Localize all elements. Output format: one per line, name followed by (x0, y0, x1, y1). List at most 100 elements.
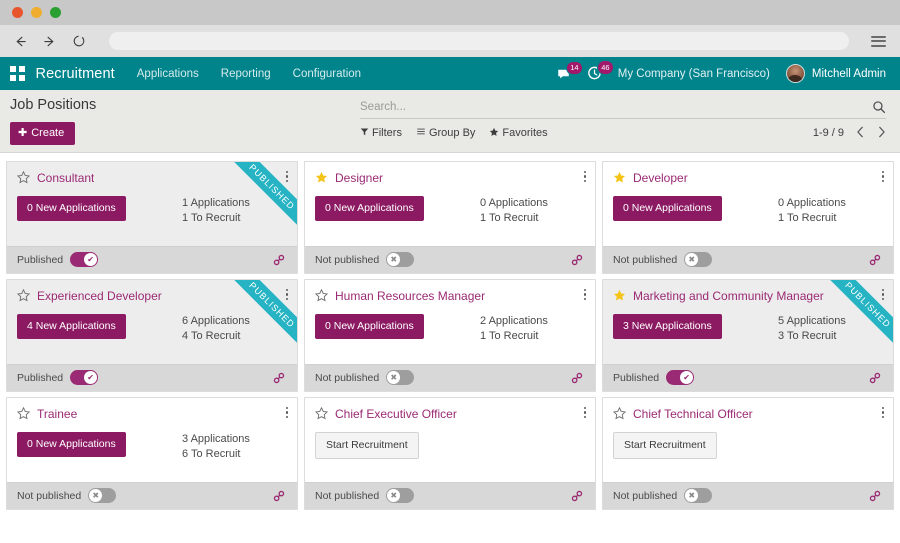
chain-link-icon[interactable] (868, 371, 882, 385)
reload-icon[interactable] (70, 33, 87, 50)
new-applications-button[interactable]: 4 New Applications (17, 313, 126, 340)
company-switcher[interactable]: My Company (San Francisco) (618, 68, 770, 80)
job-position-title[interactable]: Chief Executive Officer (335, 407, 457, 421)
to-recruit-count[interactable]: 1 To Recruit (480, 211, 582, 227)
to-recruit-count[interactable]: 1 To Recruit (182, 211, 284, 227)
new-applications-button[interactable]: 0 New Applications (315, 195, 424, 222)
menu-item-applications[interactable]: Applications (137, 68, 199, 80)
publish-toggle[interactable]: ✔ (70, 252, 99, 268)
job-position-title[interactable]: Trainee (37, 407, 77, 421)
star-filled-icon[interactable] (613, 171, 626, 184)
job-position-card[interactable]: Chief Executive Officer Start Recruitment… (304, 396, 596, 510)
window-minimize-button[interactable] (31, 7, 42, 18)
publish-toggle[interactable]: ✖ (684, 488, 713, 504)
chain-link-icon[interactable] (570, 371, 584, 385)
window-maximize-button[interactable] (50, 7, 61, 18)
back-icon[interactable] (12, 33, 29, 50)
new-applications-button[interactable]: 0 New Applications (315, 313, 424, 340)
filters-button[interactable]: Filters (360, 127, 402, 139)
job-position-card[interactable]: PUBLISHED Experienced Developer 4 New Appl… (6, 278, 298, 392)
job-position-card[interactable]: Human Resources Manager 0 New Application… (304, 278, 596, 392)
star-filled-icon[interactable] (315, 171, 328, 184)
kebab-menu-icon[interactable] (881, 170, 884, 183)
new-applications-button[interactable]: 3 New Applications (613, 313, 722, 340)
kebab-menu-icon[interactable] (285, 406, 288, 419)
job-position-title[interactable]: Experienced Developer (37, 289, 162, 303)
kebab-menu-icon[interactable] (881, 288, 884, 301)
user-menu[interactable]: Mitchell Admin (785, 64, 886, 83)
app-brand-name[interactable]: Recruitment (36, 66, 115, 82)
activities-counter[interactable]: 46 (587, 60, 615, 81)
favorites-button[interactable]: Favorites (489, 127, 548, 140)
star-outline-icon[interactable] (16, 288, 31, 302)
star-outline-icon[interactable] (16, 406, 31, 420)
to-recruit-count[interactable]: 4 To Recruit (182, 329, 284, 345)
kebab-menu-icon[interactable] (583, 406, 586, 419)
kebab-menu-icon[interactable] (881, 406, 884, 419)
start-recruitment-button[interactable]: Start Recruitment (315, 431, 419, 460)
chain-link-icon[interactable] (868, 253, 882, 267)
to-recruit-count[interactable]: 6 To Recruit (182, 447, 284, 463)
url-bar[interactable] (109, 32, 849, 50)
menu-item-reporting[interactable]: Reporting (221, 68, 271, 80)
applications-count[interactable]: 2 Applications (480, 314, 582, 330)
applications-count[interactable]: 3 Applications (182, 432, 284, 448)
job-position-title[interactable]: Designer (335, 171, 383, 185)
star-outline-icon[interactable] (612, 406, 627, 420)
chain-link-icon[interactable] (570, 253, 584, 267)
job-position-card[interactable]: Chief Technical Officer Start Recruitment… (602, 396, 894, 510)
job-position-title[interactable]: Developer (633, 171, 688, 185)
publish-toggle[interactable]: ✖ (386, 370, 415, 386)
search-icon[interactable] (872, 100, 886, 114)
job-position-card[interactable]: Trainee 0 New Applications 3 Applications 6… (6, 396, 298, 510)
job-position-title[interactable]: Chief Technical Officer (633, 407, 753, 421)
applications-count[interactable]: 0 Applications (480, 196, 582, 212)
applications-count[interactable]: 0 Applications (778, 196, 880, 212)
new-applications-button[interactable]: 0 New Applications (17, 431, 126, 458)
publish-toggle[interactable]: ✔ (666, 370, 695, 386)
kebab-menu-icon[interactable] (285, 170, 288, 183)
group-by-button[interactable]: Group By (416, 127, 475, 139)
window-close-button[interactable] (12, 7, 23, 18)
applications-count[interactable]: 1 Applications (182, 196, 284, 212)
job-position-card[interactable]: PUBLISHED Consultant 0 New Applications 1 A… (6, 160, 298, 274)
new-applications-button[interactable]: 0 New Applications (17, 195, 126, 222)
publish-toggle[interactable]: ✖ (386, 488, 415, 504)
applications-count[interactable]: 5 Applications (778, 314, 880, 330)
chain-link-icon[interactable] (272, 253, 286, 267)
create-button[interactable]: ✚ Create (10, 121, 76, 145)
chain-link-icon[interactable] (272, 489, 286, 503)
to-recruit-count[interactable]: 1 To Recruit (480, 329, 582, 345)
job-position-card[interactable]: PUBLISHED Marketing and Community Manager… (602, 278, 894, 392)
chain-link-icon[interactable] (272, 371, 286, 385)
kebab-menu-icon[interactable] (583, 288, 586, 301)
star-filled-icon[interactable] (613, 289, 626, 302)
publish-toggle[interactable]: ✖ (684, 252, 713, 268)
kebab-menu-icon[interactable] (285, 288, 288, 301)
pager-next-icon[interactable] (877, 126, 886, 140)
job-position-title[interactable]: Marketing and Community Manager (633, 289, 824, 303)
job-position-title[interactable]: Consultant (37, 171, 94, 185)
to-recruit-count[interactable]: 3 To Recruit (778, 329, 880, 345)
search-input[interactable] (360, 101, 872, 113)
star-outline-icon[interactable] (314, 406, 329, 420)
job-position-card[interactable]: Developer 0 New Applications 0 Application… (602, 160, 894, 274)
start-recruitment-button[interactable]: Start Recruitment (613, 431, 717, 460)
apps-grid-icon[interactable] (10, 66, 25, 81)
applications-count[interactable]: 6 Applications (182, 314, 284, 330)
kebab-menu-icon[interactable] (583, 170, 586, 183)
to-recruit-count[interactable]: 1 To Recruit (778, 211, 880, 227)
star-outline-icon[interactable] (314, 288, 329, 302)
chain-link-icon[interactable] (868, 489, 882, 503)
job-position-card[interactable]: Designer 0 New Applications 0 Applications… (304, 160, 596, 274)
star-outline-icon[interactable] (16, 170, 31, 184)
menu-item-configuration[interactable]: Configuration (293, 68, 361, 80)
messages-counter[interactable]: 14 (556, 60, 584, 81)
new-applications-button[interactable]: 0 New Applications (613, 195, 722, 222)
hamburger-menu-icon[interactable] (871, 35, 886, 47)
forward-icon[interactable] (41, 33, 58, 50)
publish-toggle[interactable]: ✖ (386, 252, 415, 268)
publish-toggle[interactable]: ✔ (70, 370, 99, 386)
pager-previous-icon[interactable] (856, 126, 865, 140)
chain-link-icon[interactable] (570, 489, 584, 503)
